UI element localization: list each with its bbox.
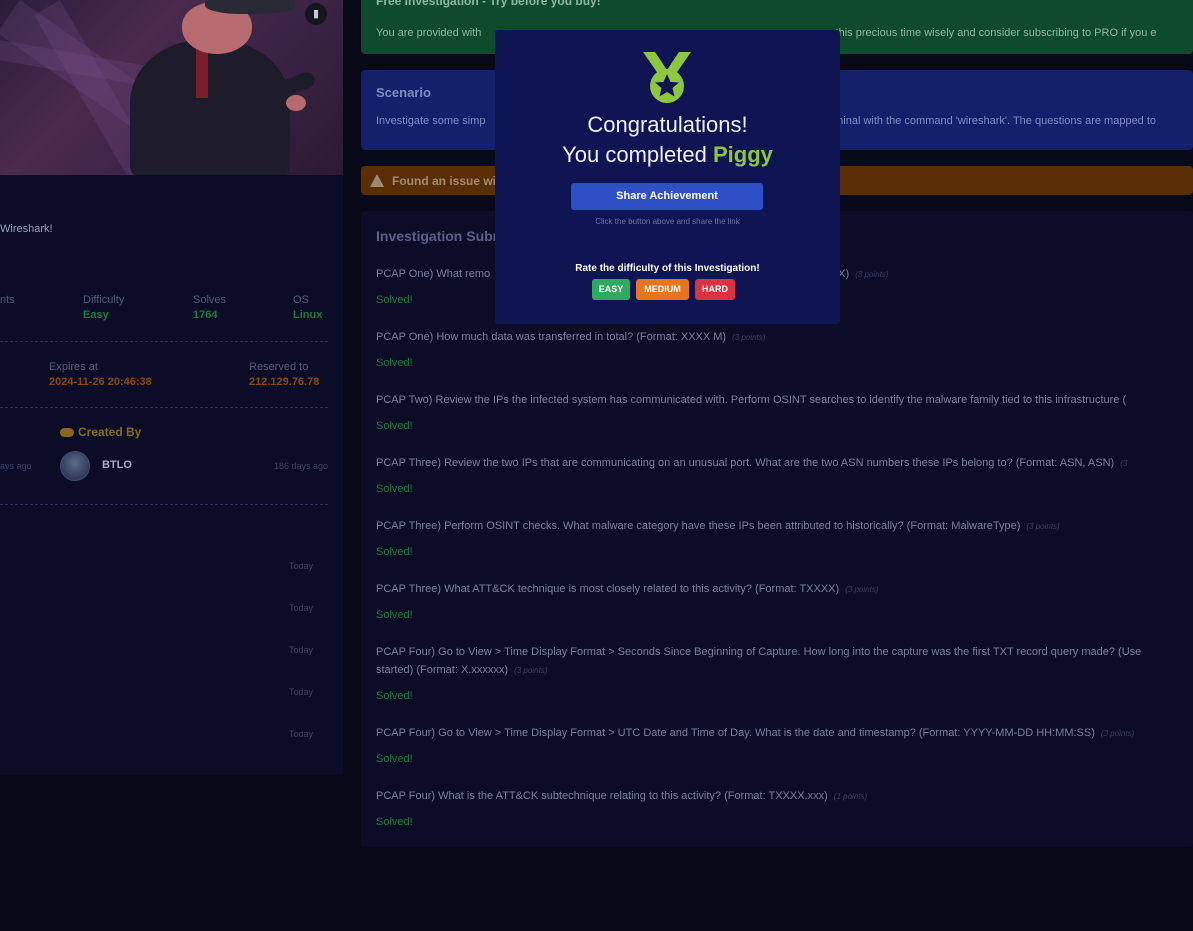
solved-status: Solved!: [376, 609, 413, 621]
solves-label: Solves: [193, 294, 227, 306]
investigation-banner-image: ▮: [0, 0, 343, 175]
solved-status: Solved!: [376, 546, 413, 558]
points-label: nts: [0, 294, 15, 306]
reserved-value: 212.129.76.78: [249, 376, 320, 388]
medal-icon: [643, 52, 691, 103]
question-text: PCAP Three) Perform OSINT checks. What m…: [376, 520, 1060, 532]
question-text: PCAP Four) Go to View > Time Display For…: [376, 646, 1142, 658]
cloud-icon: [60, 428, 74, 438]
question-text: PCAP Two) Review the IPs the infected sy…: [376, 394, 1127, 406]
solved-status: Solved!: [376, 690, 413, 702]
activity-date: Today: [289, 603, 314, 613]
question-text: PCAP Four) What is the ATT&CK subtechniq…: [376, 790, 868, 802]
question-text: PCAP One) How much data was transferred …: [376, 331, 766, 343]
expires-label: Expires at: [49, 361, 98, 373]
free-banner-title: Free Investigation - Try before you buy!: [376, 0, 601, 8]
contributor-date: ays ago: [0, 461, 32, 471]
divider: [0, 504, 328, 505]
completed-message: You completed Piggy: [562, 142, 773, 167]
os-label: OS: [293, 294, 309, 306]
creator-date: 186 days ago: [274, 461, 329, 471]
submission-title: Investigation Subm: [376, 228, 506, 244]
solved-status: Solved!: [376, 357, 413, 369]
warning-icon: [370, 174, 384, 187]
divider: [0, 407, 328, 408]
solved-status: Solved!: [376, 753, 413, 765]
avatar[interactable]: [60, 451, 90, 481]
rate-hard-button[interactable]: HARD: [695, 279, 735, 300]
rate-easy-button[interactable]: EASY: [592, 279, 630, 300]
solved-status: Solved!: [376, 294, 413, 306]
created-by-heading: Created By: [60, 425, 141, 439]
rate-difficulty-prompt: Rate the difficulty of this Investigatio…: [575, 263, 760, 274]
scenario-title: Scenario: [376, 85, 431, 100]
solved-status: Solved!: [376, 483, 413, 495]
difficulty-value: Easy: [83, 309, 109, 321]
congratulations-heading: Congratulations!: [587, 112, 748, 137]
divider: [0, 341, 328, 342]
solves-value: 1764: [193, 309, 218, 321]
os-value: Linux: [293, 309, 323, 321]
pig-illustration: [130, 40, 290, 175]
share-achievement-button[interactable]: Share Achievement: [571, 183, 763, 210]
activity-date: Today: [289, 645, 314, 655]
question-text: PCAP Four) Go to View > Time Display For…: [376, 727, 1135, 739]
issue-text[interactable]: Found an issue with: [392, 174, 507, 188]
expires-value: 2024-11-26 20:46:38: [49, 376, 152, 388]
activity-date: Today: [289, 561, 314, 571]
difficulty-label: Difficulty: [83, 294, 125, 306]
solved-status: Solved!: [376, 816, 413, 828]
share-hint: Click the button above and share the lin…: [595, 217, 740, 226]
reserved-label: Reserved to: [249, 361, 309, 373]
question-text: PCAP Three) Review the two IPs that are …: [376, 457, 1128, 469]
bookmark-icon[interactable]: ▮: [305, 3, 327, 25]
investigation-name: Piggy: [712, 142, 773, 167]
creator-name[interactable]: BTLO: [102, 459, 132, 471]
activity-date: Today: [289, 729, 314, 739]
investigation-info-panel: Wireshark! nts Difficulty Easy Solves 17…: [0, 175, 343, 775]
completion-modal: Congratulations! You completed Piggy Sha…: [495, 30, 840, 324]
investigation-tagline: Wireshark!: [0, 223, 53, 235]
question-text-continued: started) (Format: X.xxxxxx) (3 points): [376, 664, 548, 676]
solved-status: Solved!: [376, 420, 413, 432]
activity-date: Today: [289, 687, 314, 697]
rate-medium-button[interactable]: MEDIUM: [636, 279, 689, 300]
question-text: PCAP Three) What ATT&CK technique is mos…: [376, 583, 879, 595]
